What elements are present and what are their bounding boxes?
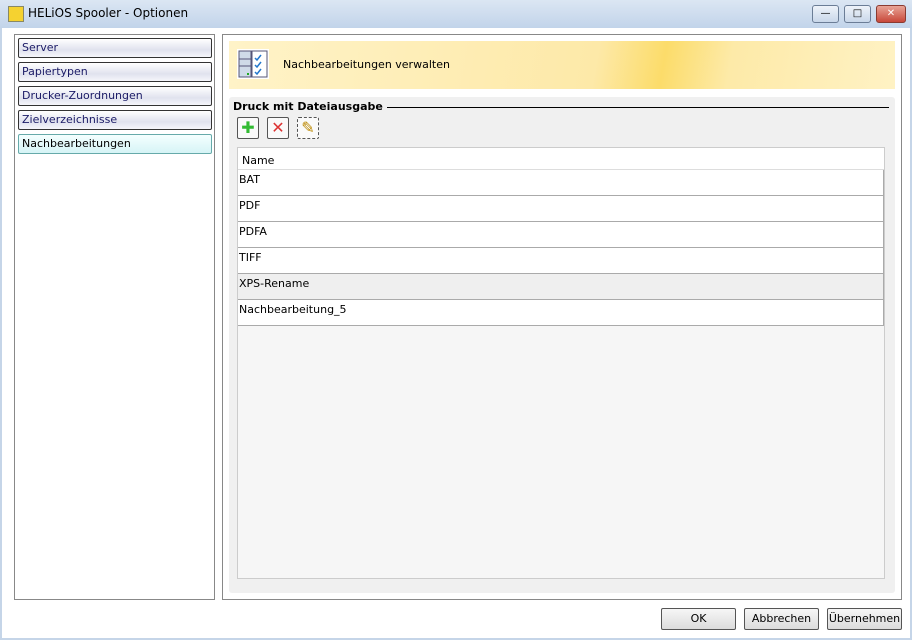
nav-item-zielverzeichnisse[interactable]: Zielverzeichnisse [18, 110, 212, 130]
nav-item-papiertypen[interactable]: Papiertypen [18, 62, 212, 82]
page-banner: Nachbearbeitungen verwalten [229, 41, 895, 89]
close-button[interactable]: ✕ [876, 5, 906, 23]
table-row-selected[interactable]: XPS-Rename [238, 274, 884, 300]
nav-item-nachbearbeitungen[interactable]: Nachbearbeitungen [18, 134, 212, 154]
edit-icon[interactable]: ✎ [297, 117, 319, 139]
column-header-name[interactable]: Name [238, 148, 884, 170]
options-nav: Server Papiertypen Drucker-Zuordnungen Z… [14, 34, 215, 600]
delete-icon[interactable]: ✕ [267, 117, 289, 139]
nav-item-drucker-zuordnungen[interactable]: Drucker-Zuordnungen [18, 86, 212, 106]
table-row[interactable]: Nachbearbeitung_5 [238, 300, 884, 326]
table-row[interactable]: PDF [238, 196, 884, 222]
table-row[interactable]: TIFF [238, 248, 884, 274]
table-row[interactable]: PDFA [238, 222, 884, 248]
nav-item-server[interactable]: Server [18, 38, 212, 58]
cancel-button[interactable]: Abbrechen [744, 608, 819, 630]
window-title: HELiOS Spooler - Optionen [28, 6, 189, 20]
group-druck-mit-dateiausgabe: Druck mit Dateiausgabe ✚ ✕ ✎ Name BAT PD… [229, 97, 895, 593]
add-icon[interactable]: ✚ [237, 117, 259, 139]
app-icon [8, 6, 24, 22]
checklist-icon [237, 49, 269, 79]
table-row[interactable]: BAT [238, 170, 884, 196]
postprocessing-table: Name BAT PDF PDFA TIFF XPS-Rename Nachbe… [237, 147, 885, 579]
main-panel: Nachbearbeitungen verwalten Druck mit Da… [222, 34, 902, 600]
minimize-button[interactable]: — [812, 5, 839, 23]
dialog-body: Server Papiertypen Drucker-Zuordnungen Z… [2, 28, 910, 638]
apply-button[interactable]: Übernehmen [827, 608, 902, 630]
ok-button[interactable]: OK [661, 608, 736, 630]
maximize-button[interactable]: □ [844, 5, 871, 23]
title-bar: HELiOS Spooler - Optionen — □ ✕ [0, 0, 912, 28]
group-title: Druck mit Dateiausgabe [233, 100, 387, 113]
page-title: Nachbearbeitungen verwalten [283, 58, 450, 71]
